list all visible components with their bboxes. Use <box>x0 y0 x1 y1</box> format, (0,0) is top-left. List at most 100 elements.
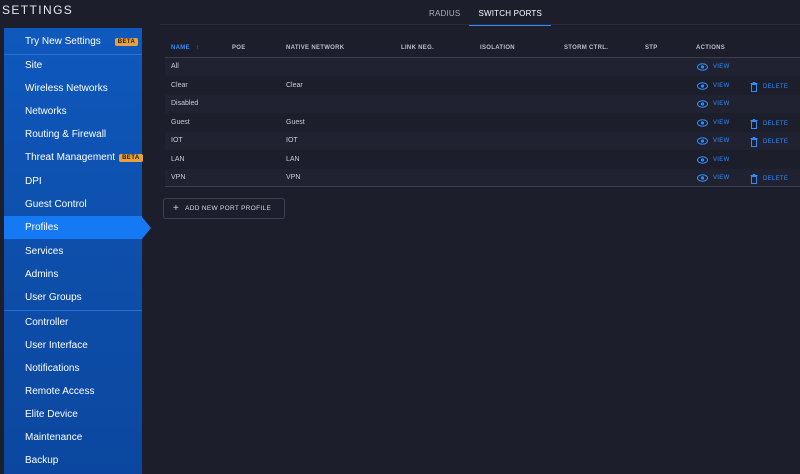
sidebar-item-user-groups[interactable]: User Groups <box>4 286 142 309</box>
delete-label: DELETE <box>763 121 789 127</box>
sidebar-item-label: Profiles <box>25 222 59 233</box>
table-row: VPN VPN VIEW DELETE <box>165 169 800 187</box>
sidebar-item-dpi[interactable]: DPI <box>4 170 142 193</box>
eye-icon <box>697 174 708 182</box>
sidebar-item-services[interactable]: Services <box>4 240 142 263</box>
view-button[interactable]: VIEW <box>697 63 730 71</box>
native-network: Guest <box>286 119 305 126</box>
native-network: VPN <box>286 174 301 181</box>
profile-name: Clear <box>171 82 188 89</box>
eye-icon <box>697 100 708 108</box>
native-network: IOT <box>286 137 298 144</box>
settings-tabs: RADIUS SWITCH PORTS <box>420 6 552 26</box>
delete-button[interactable]: DELETE <box>750 137 788 147</box>
sidebar-item-label: Notifications <box>25 363 80 374</box>
tab-radius[interactable]: RADIUS <box>420 6 469 26</box>
sidebar-item-label: Backup <box>25 455 59 466</box>
view-label: VIEW <box>713 138 730 144</box>
delete-button[interactable]: DELETE <box>750 119 788 129</box>
sidebar-item-label: Wireless Networks <box>25 83 108 94</box>
settings-title: SETTINGS <box>2 3 74 17</box>
beta-badge: BETA <box>119 153 143 162</box>
sidebar-item-networks[interactable]: Networks <box>4 100 142 123</box>
sidebar-item-label: Remote Access <box>25 386 95 397</box>
sidebar-item-wireless-networks[interactable]: Wireless Networks <box>4 77 142 100</box>
profile-name: IOT <box>171 137 183 144</box>
table-row: Clear Clear VIEW DELETE <box>165 77 800 95</box>
sidebar-item-label: Try New Settings <box>25 36 101 47</box>
eye-icon <box>697 119 708 127</box>
delete-button[interactable]: DELETE <box>750 174 788 184</box>
sidebar-item-label: Elite Device <box>25 409 78 420</box>
column-header-link-neg[interactable]: LINK NEG. <box>401 45 434 51</box>
sidebar-item-profiles[interactable]: Profiles <box>4 216 142 239</box>
tab-switch-ports[interactable]: SWITCH PORTS <box>469 6 552 26</box>
plus-icon: + <box>173 202 180 214</box>
sidebar-item-label: Services <box>25 246 64 257</box>
sidebar-item-try-new-settings[interactable]: Try New Settings BETA <box>4 30 142 53</box>
sidebar-item-user-interface[interactable]: User Interface <box>4 334 142 357</box>
sidebar-item-controller[interactable]: Controller <box>4 311 142 334</box>
delete-label: DELETE <box>763 84 789 90</box>
add-new-port-profile-button[interactable]: + ADD NEW PORT PROFILE <box>163 198 285 219</box>
eye-icon <box>697 82 708 90</box>
column-header-storm-ctrl[interactable]: STORM CTRL. <box>564 45 608 51</box>
column-header-isolation[interactable]: ISOLATION <box>480 45 515 51</box>
delete-label: DELETE <box>763 176 789 182</box>
sidebar-item-backup[interactable]: Backup <box>4 449 142 472</box>
column-header-native-network[interactable]: NATIVE NETWORK <box>286 45 344 51</box>
view-button[interactable]: VIEW <box>697 156 730 164</box>
trash-icon <box>750 137 758 147</box>
sidebar-item-remote-access[interactable]: Remote Access <box>4 380 142 403</box>
column-header-stp[interactable]: STP <box>645 45 658 51</box>
sidebar-item-label: Site <box>25 60 43 71</box>
sidebar-item-label: User Interface <box>25 340 88 351</box>
sidebar-item-notifications[interactable]: Notifications <box>4 357 142 380</box>
sidebar-item-guest-control[interactable]: Guest Control <box>4 193 142 216</box>
table-header: NAME ↑ POE NATIVE NETWORK LINK NEG. ISOL… <box>165 42 800 56</box>
view-button[interactable]: VIEW <box>697 100 730 108</box>
column-header-poe[interactable]: POE <box>232 45 246 51</box>
sidebar-item-site[interactable]: Site <box>4 54 142 77</box>
column-header-label: NAME <box>171 45 190 51</box>
view-label: VIEW <box>713 101 730 107</box>
sidebar-item-label: User Groups <box>25 292 82 303</box>
sidebar-item-label: Guest Control <box>25 199 87 210</box>
view-button[interactable]: VIEW <box>697 137 730 145</box>
delete-button[interactable]: DELETE <box>750 82 788 92</box>
view-label: VIEW <box>713 175 730 181</box>
column-header-name[interactable]: NAME ↑ <box>171 45 199 51</box>
settings-sidebar: SETTINGS Try New Settings BETA Site Wire… <box>0 0 151 474</box>
trash-icon <box>750 82 758 92</box>
sidebar-item-routing-firewall[interactable]: Routing & Firewall <box>4 123 142 146</box>
active-indicator <box>142 217 151 239</box>
native-network: LAN <box>286 156 300 163</box>
view-label: VIEW <box>713 64 730 70</box>
sidebar-item-maintenance[interactable]: Maintenance <box>4 426 142 449</box>
sidebar-item-elite-device[interactable]: Elite Device <box>4 403 142 426</box>
sort-asc-icon: ↑ <box>195 45 200 51</box>
profile-name: LAN <box>171 156 185 163</box>
view-button[interactable]: VIEW <box>697 119 730 127</box>
sidebar-item-label: DPI <box>25 176 42 187</box>
eye-icon <box>697 63 708 71</box>
view-label: VIEW <box>713 120 730 126</box>
profile-name: Guest <box>171 119 190 126</box>
view-button[interactable]: VIEW <box>697 82 730 90</box>
view-label: VIEW <box>713 83 730 89</box>
sidebar-item-threat-management[interactable]: Threat Management BETA <box>4 146 143 169</box>
tabs-divider <box>160 24 800 25</box>
trash-icon <box>750 174 758 184</box>
table-row: All VIEW <box>165 58 800 76</box>
profile-name: All <box>171 63 179 70</box>
table-row: Disabled VIEW <box>165 95 800 113</box>
sidebar-item-label: Networks <box>25 106 67 117</box>
sidebar-item-admins[interactable]: Admins <box>4 263 142 286</box>
table-row: IOT IOT VIEW DELETE <box>165 132 800 150</box>
column-header-actions: ACTIONS <box>696 45 726 51</box>
view-button[interactable]: VIEW <box>697 174 730 182</box>
table-row: LAN LAN VIEW <box>165 151 800 169</box>
sidebar-item-label: Admins <box>25 269 59 280</box>
add-button-label: ADD NEW PORT PROFILE <box>185 205 272 212</box>
eye-icon <box>697 137 708 145</box>
